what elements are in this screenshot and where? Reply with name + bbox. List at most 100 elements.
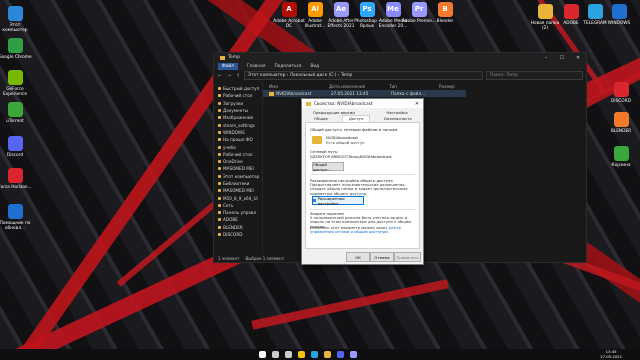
- column-size[interactable]: Размер: [439, 84, 479, 89]
- tab-security[interactable]: Безопасность: [380, 116, 416, 121]
- search-icon[interactable]: [272, 351, 279, 358]
- forward-icon[interactable]: →: [226, 73, 232, 79]
- folder-icon: [218, 225, 221, 229]
- chrome-icon[interactable]: [298, 351, 305, 358]
- nav-item[interactable]: На прошл ФО: [214, 136, 262, 143]
- nav-item[interactable]: MASOMED MEI: [214, 165, 262, 172]
- desktop-shortcut[interactable]: DISCORD: [604, 82, 638, 104]
- maximize-icon[interactable]: ☐: [554, 55, 570, 61]
- illustrator-icon: Ai: [307, 2, 323, 17]
- nav-item[interactable]: WINDOWS: [214, 129, 262, 136]
- desktop-shortcut[interactable]: uTorrent: [0, 102, 32, 124]
- desktop-shortcut-label: GeForce Experience: [3, 87, 27, 97]
- nav-item[interactable]: M10_8_9_x64_Ui: [214, 194, 262, 201]
- explorer-ribbon: Файл Главная Поделиться Вид: [214, 62, 586, 70]
- close-icon[interactable]: ✕: [411, 101, 423, 107]
- ok-button[interactable]: ОК: [346, 252, 370, 262]
- nav-item[interactable]: MASOMED MEI: [214, 187, 262, 194]
- nav-item[interactable]: Рабочий стол: [214, 151, 262, 158]
- desktop-shortcut[interactable]: Корзина: [604, 146, 638, 168]
- nav-item[interactable]: Загрузки: [214, 100, 262, 107]
- nav-item[interactable]: Панель управл: [214, 209, 262, 216]
- desktop-shortcut[interactable]: Помощник по обновл...: [0, 204, 32, 231]
- telegram-icon[interactable]: [311, 351, 318, 358]
- desktop-shortcut[interactable]: B Blender: [428, 2, 462, 24]
- file-row[interactable]: NVIDIAbroadcast 27.05.2021 13:45 Папка с…: [263, 90, 466, 97]
- column-date[interactable]: Дата изменения: [329, 84, 389, 89]
- discord-icon: [7, 136, 23, 151]
- ribbon-tab-view[interactable]: Вид: [310, 64, 319, 69]
- photoshop-icon: Ps: [359, 2, 375, 17]
- nav-item-label: M10_8_9_x64_Ui: [223, 195, 258, 201]
- desktop-shortcut[interactable]: BLENDER: [604, 112, 638, 134]
- nav-item-label: ADOBE: [223, 217, 238, 223]
- folder-icon: [218, 87, 221, 91]
- file-type: Папка с файл...: [391, 91, 426, 96]
- cancel-button[interactable]: Отмена: [370, 252, 394, 262]
- search-input[interactable]: Поиск: Temp: [486, 71, 583, 80]
- nav-item-label: учеба: [223, 144, 236, 150]
- desktop-shortcut[interactable]: Discord: [0, 136, 32, 158]
- tab-customize[interactable]: Настройка: [382, 110, 412, 115]
- column-name[interactable]: Имя: [269, 84, 329, 89]
- start-icon[interactable]: [259, 351, 266, 358]
- desktop-shortcut[interactable]: GeForce Experience: [0, 70, 32, 97]
- advanced-sharing-button[interactable]: Расширенная настройка...: [312, 196, 364, 206]
- nav-item[interactable]: Изображения: [214, 114, 262, 121]
- share-button[interactable]: Общий доступ...: [312, 162, 344, 172]
- task-view-icon[interactable]: [285, 351, 292, 358]
- nav-item-label: OneDrive: [223, 159, 243, 165]
- desktop-shortcut-label: Помощник по обновл...: [0, 221, 31, 231]
- recycle-bin-icon: [613, 146, 629, 161]
- apply-button[interactable]: Применить: [394, 252, 421, 262]
- explorer-icon[interactable]: [324, 351, 331, 358]
- desktop-shortcut-label: Blender: [436, 19, 454, 24]
- folder-icon: [218, 174, 221, 178]
- folder-icon: [218, 101, 221, 105]
- nav-item[interactable]: ADOBE: [214, 216, 262, 223]
- computer-icon: [7, 6, 23, 21]
- nav-item-label: Этот компьютер: [223, 173, 260, 179]
- column-headers: Имя Дата изменения Тип Размер: [263, 82, 586, 90]
- premiere-icon[interactable]: [350, 351, 357, 358]
- nav-item-label: Сеть: [223, 202, 234, 208]
- desktop-shortcut[interactable]: Этот компьютер: [0, 6, 32, 33]
- nav-item[interactable]: учеба: [214, 143, 262, 150]
- mediaencoder-icon: Me: [385, 2, 401, 17]
- up-icon[interactable]: ↑: [235, 73, 241, 79]
- desktop-shortcut-label: Discord: [6, 153, 24, 158]
- system-clock[interactable]: 13:45 27.05.2021: [600, 349, 622, 359]
- minimize-icon[interactable]: –: [538, 55, 554, 61]
- nav-item-label: Панель управл: [223, 210, 257, 216]
- desktop-shortcut[interactable]: Forza Horizon...: [0, 168, 32, 190]
- nav-item[interactable]: Быстрый доступ: [214, 85, 262, 92]
- nav-item[interactable]: Рабочий стол: [214, 92, 262, 99]
- nav-item[interactable]: Этот компьютер: [214, 173, 262, 180]
- desktop-shortcut[interactable]: WINDOWS: [602, 4, 636, 26]
- address-bar[interactable]: Этот компьютер › Локальный диск (C:) › T…: [244, 71, 483, 80]
- password-link-row: Изменить этот параметр можно через Центр…: [310, 225, 415, 235]
- nav-item[interactable]: Документы: [214, 107, 262, 114]
- nav-item[interactable]: Библиотеки: [214, 180, 262, 187]
- nav-item[interactable]: DISCORD: [214, 231, 262, 238]
- aftereffects-icon: Ae: [333, 2, 349, 17]
- column-type[interactable]: Тип: [389, 84, 439, 89]
- nav-item[interactable]: BLENDER: [214, 224, 262, 231]
- nav-item[interactable]: OneDrive: [214, 158, 262, 165]
- nav-item-label: MASOMED MEI: [223, 188, 254, 194]
- desktop-shortcut[interactable]: Google Chrome: [0, 38, 32, 60]
- nav-item[interactable]: Сеть: [214, 202, 262, 209]
- tab-general[interactable]: Общие: [310, 116, 332, 121]
- ribbon-tab-share[interactable]: Поделиться: [274, 64, 301, 69]
- ribbon-tab-file[interactable]: Файл: [218, 62, 238, 70]
- nav-item-label: DISCORD: [223, 232, 243, 238]
- clock-date: 27.05.2021: [600, 353, 622, 359]
- folder-icon: [220, 55, 225, 60]
- desktop-shortcut-label: uTorrent: [6, 119, 24, 124]
- close-icon[interactable]: ✕: [570, 55, 586, 61]
- ribbon-tab-home[interactable]: Главная: [247, 64, 266, 69]
- back-icon[interactable]: ←: [217, 73, 223, 79]
- desktop-shortcut-label: Корзина: [611, 163, 631, 168]
- nav-item[interactable]: steam_settings: [214, 121, 262, 128]
- discord-icon[interactable]: [337, 351, 344, 358]
